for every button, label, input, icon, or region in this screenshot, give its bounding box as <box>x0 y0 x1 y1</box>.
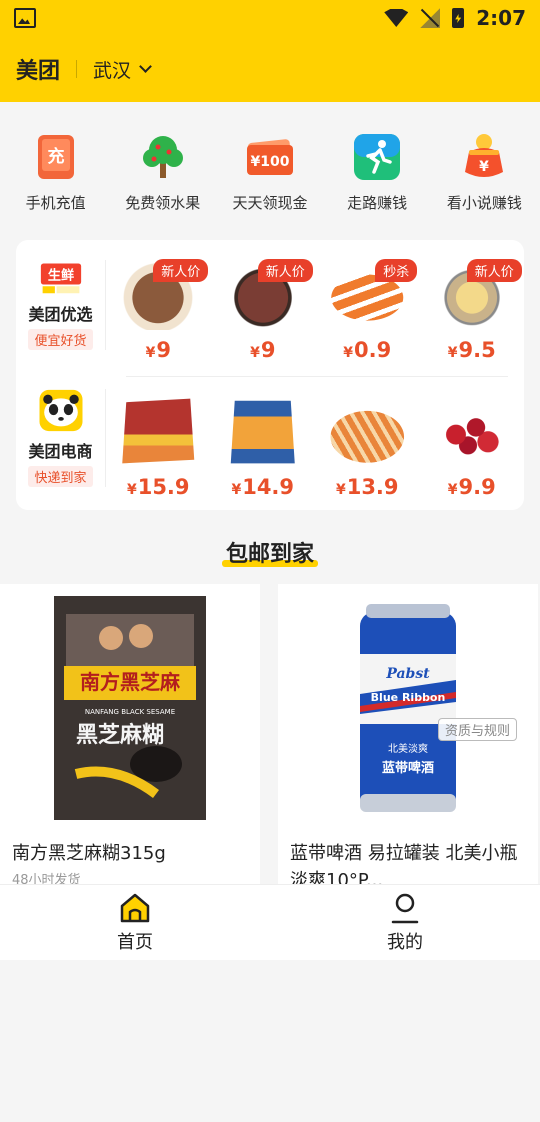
product-tile[interactable]: ¥9.9 <box>422 377 522 507</box>
dates-image <box>431 395 512 467</box>
youxuan-title: 美团优选 <box>28 305 93 324</box>
product-tile[interactable]: ¥14.9 <box>213 377 313 507</box>
entry-label: 走路赚钱 <box>347 194 408 212</box>
entry-phone-recharge[interactable]: 充 手机充值 <box>3 102 109 237</box>
svg-text:北美淡爽: 北美淡爽 <box>388 742 428 755</box>
product-price: ¥13.9 <box>335 475 399 499</box>
entry-novel-earn[interactable]: ¥ 看小说赚钱 <box>431 102 537 237</box>
flash-sale-tag: 秒杀 <box>375 259 418 282</box>
status-time: 2:07 <box>476 6 526 30</box>
youxuan-products: 新人价 ¥9 新人价 ¥9 秒杀 ¥0.9 新人价 ¥9.5 <box>106 240 524 370</box>
walking-icon <box>352 132 402 182</box>
dianshang-products: ¥15.9 ¥14.9 ¥13.9 ¥9.9 <box>106 377 524 507</box>
entry-free-fruit[interactable]: 免费领水果 <box>110 102 216 237</box>
youxuan-subtitle: 便宜好货 <box>28 329 93 350</box>
svg-text:Pabst: Pabst <box>385 666 430 682</box>
dianshang-row: 美团电商 快递到家 ¥15.9 ¥14.9 ¥13.9 ¥9.9 <box>16 377 524 507</box>
tab-home-label: 首页 <box>117 931 153 953</box>
entry-label: 免费领水果 <box>125 194 201 212</box>
qualification-rules-button[interactable]: 资质与规则 <box>438 718 518 741</box>
product-tile[interactable]: 新人价 ¥9 <box>213 240 313 370</box>
city-label: 武汉 <box>93 59 132 82</box>
panda-logo-icon <box>39 389 82 432</box>
svg-text:充: 充 <box>47 146 64 167</box>
product-price: ¥9 <box>145 338 171 362</box>
coin-pouch-icon: ¥ <box>459 132 509 182</box>
beer-can-image: Pabst Blue Ribbon 北美淡爽 蓝带啤酒 <box>360 604 456 812</box>
feed-card[interactable]: 南方黑芝麻 NANFANG BLACK SESAME 黑芝麻糊 南方黑芝麻糊31… <box>0 584 260 888</box>
section-title: 包邮到家 <box>225 542 314 567</box>
spicy-strip-image <box>330 410 405 463</box>
product-tile[interactable]: 新人价 ¥9.5 <box>422 240 522 370</box>
phone-recharge-icon: 充 <box>31 132 81 182</box>
entry-daily-cash[interactable]: ¥100 天天领现金 <box>217 102 323 237</box>
dianshang-subtitle: 快递到家 <box>28 466 93 487</box>
youxuan-row: 生鲜 美团优选 便宜好货 新人价 ¥9 新人价 ¥9 秒杀 ¥0.9 新人价 ¥… <box>16 240 524 370</box>
svg-text:蓝带啤酒: 蓝带啤酒 <box>382 760 434 776</box>
status-bar: 2:07 <box>0 0 540 36</box>
status-right: 2:07 <box>384 6 526 30</box>
fruit-tree-icon <box>138 132 188 182</box>
dianshang-title: 美团电商 <box>28 442 93 461</box>
svg-text:Blue Ribbon: Blue Ribbon <box>371 691 446 704</box>
new-user-price-tag: 新人价 <box>257 259 313 282</box>
promo-card: 生鲜 美团优选 便宜好货 新人价 ¥9 新人价 ¥9 秒杀 ¥0.9 新人价 ¥… <box>16 240 524 510</box>
product-price: ¥0.9 <box>343 338 392 362</box>
youxuan-head[interactable]: 生鲜 美团优选 便宜好货 <box>16 260 106 350</box>
top-bar: 美团 武汉 <box>0 36 540 102</box>
bottom-tab-bar: 首页 我的 <box>0 884 540 960</box>
dianshang-head[interactable]: 美团电商 快递到家 <box>16 389 106 487</box>
tab-mine[interactable]: 我的 <box>270 885 540 960</box>
app-logo: 美团 <box>16 59 61 84</box>
tab-home[interactable]: 首页 <box>0 885 270 960</box>
cash-coupon-icon: ¥100 <box>245 132 295 182</box>
svg-text:生鲜: 生鲜 <box>47 266 73 283</box>
image-notification-icon <box>14 8 36 28</box>
user-icon <box>391 893 419 923</box>
product-price: ¥14.9 <box>231 475 295 499</box>
no-signal-icon <box>420 8 440 28</box>
feed-card-title: 南方黑芝麻糊315g 48小时发货 <box>0 822 260 1122</box>
entry-label: 天天领现金 <box>232 194 308 212</box>
product-tile[interactable]: ¥15.9 <box>108 377 208 507</box>
new-user-price-tag: 新人价 <box>153 259 209 282</box>
svg-text:黑芝麻糊: 黑芝麻糊 <box>76 722 164 748</box>
product-tile[interactable]: 秒杀 ¥0.9 <box>317 240 418 370</box>
entry-label: 手机充值 <box>25 194 86 212</box>
entry-label: 看小说赚钱 <box>446 194 522 212</box>
product-tile[interactable]: 新人价 ¥9 <box>108 240 209 370</box>
svg-text:¥: ¥ <box>479 159 489 175</box>
entry-walk-earn[interactable]: 走路赚钱 <box>324 102 430 237</box>
product-price: ¥15.9 <box>126 475 190 499</box>
tab-mine-label: 我的 <box>387 931 423 953</box>
feed-card-title: 蓝带啤酒 易拉罐装 北美小瓶淡爽10°P... <box>290 843 518 891</box>
product-price: ¥9 <box>250 338 276 362</box>
chevron-down-icon <box>139 60 152 73</box>
new-user-price-tag: 新人价 <box>466 259 522 282</box>
snack-box-image <box>122 398 195 464</box>
product-price: ¥9.5 <box>447 338 496 362</box>
sesame-paste-image: 南方黑芝麻 NANFANG BLACK SESAME 黑芝麻糊 <box>54 596 206 820</box>
header-divider <box>76 60 78 78</box>
product-price: ¥9.9 <box>447 475 496 499</box>
svg-text:南方黑芝麻: 南方黑芝麻 <box>80 670 181 694</box>
svg-text:¥100: ¥100 <box>250 154 289 170</box>
battery-charging-icon <box>452 8 465 28</box>
wifi-icon <box>384 9 409 27</box>
home-icon <box>120 893 150 922</box>
biscuit-box-image <box>230 400 295 464</box>
svg-text:NANFANG BLACK SESAME: NANFANG BLACK SESAME <box>85 708 175 716</box>
fresh-logo-icon: 生鲜 <box>40 263 81 294</box>
city-selector[interactable]: 武汉 <box>93 56 152 83</box>
product-tile[interactable]: ¥13.9 <box>317 377 417 507</box>
quick-entries: 充 手机充值 免费领水果 ¥100 天天领现金 走路赚钱 ¥ 看小说赚钱 <box>0 102 540 237</box>
